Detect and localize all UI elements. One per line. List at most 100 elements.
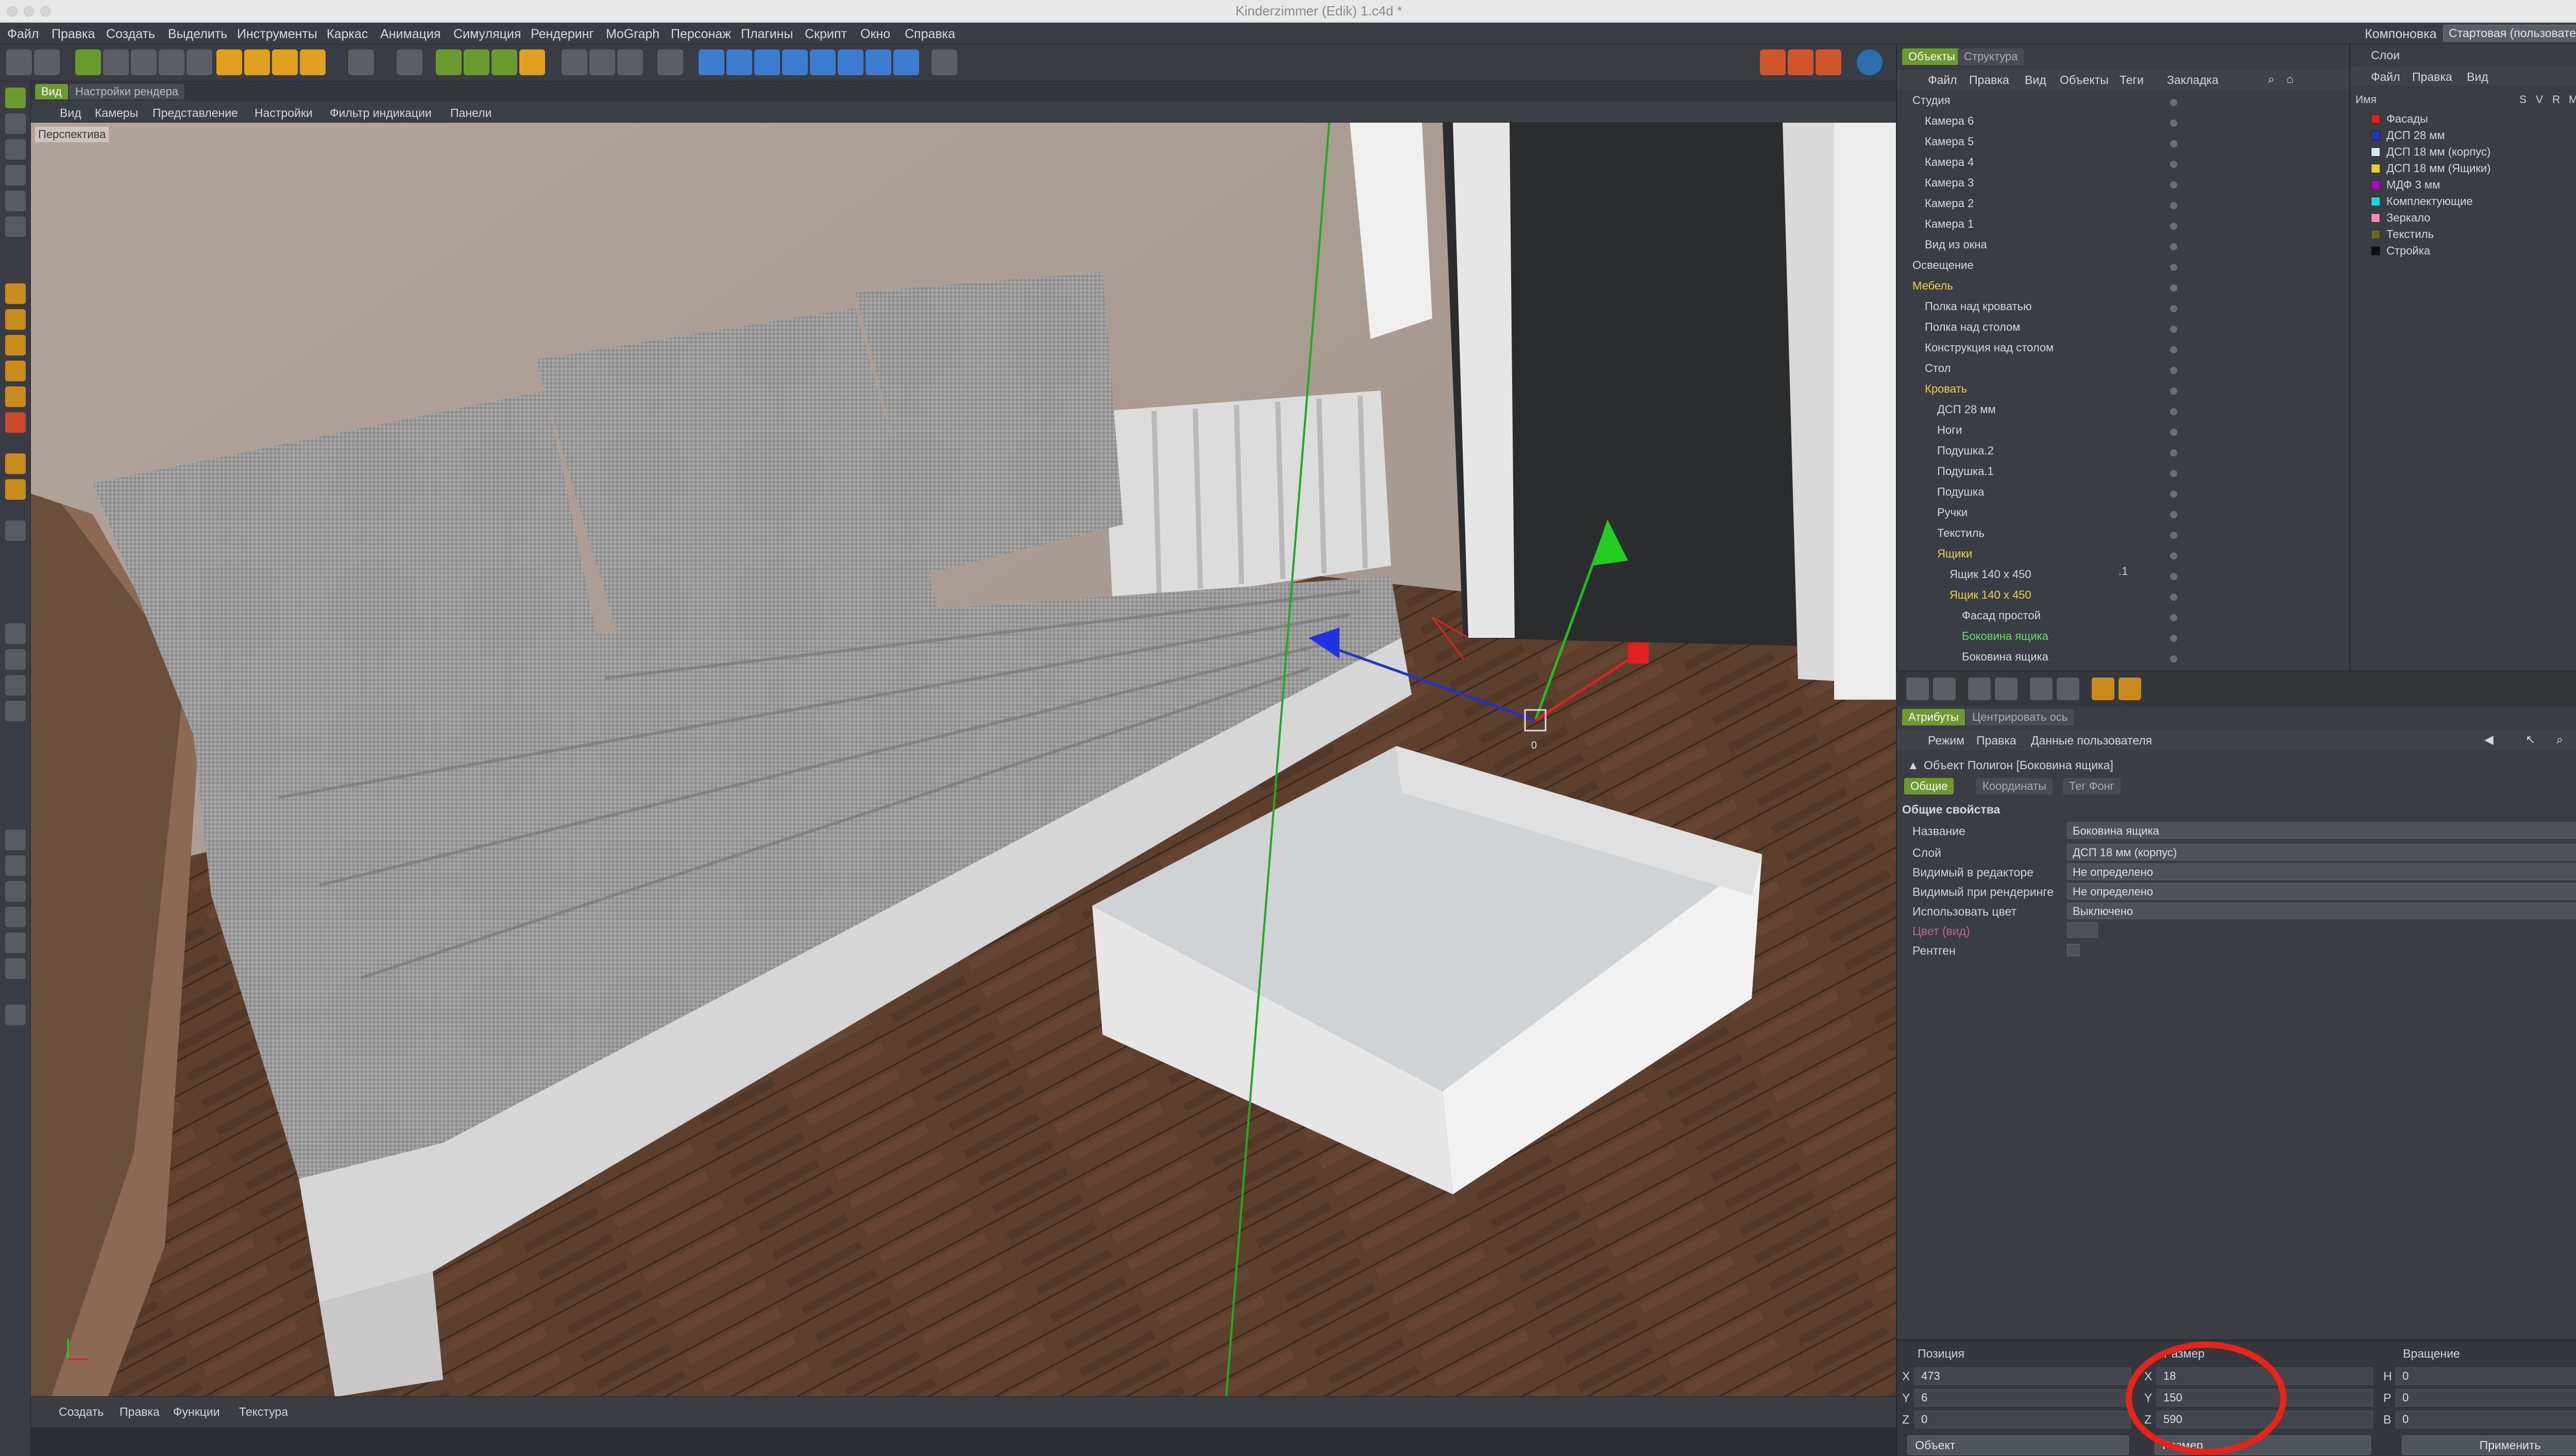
- copy-icon[interactable]: [1995, 678, 2018, 700]
- edges-mode-icon[interactable]: [5, 191, 26, 211]
- visibility-dot-icon[interactable]: [2170, 264, 2177, 271]
- object-tree-row[interactable]: Текстиль: [1937, 527, 1985, 547]
- vp-menu-options[interactable]: Настройки: [255, 106, 313, 120]
- layer-row[interactable]: ДСП 18 мм (корпус): [2350, 143, 2576, 160]
- paint-icon[interactable]: [5, 361, 26, 381]
- object-tree-row[interactable]: Кровать: [1925, 382, 1967, 403]
- layout-select[interactable]: Стартовая (пользователь): [2443, 25, 2576, 42]
- menu-script[interactable]: Скрипт: [805, 27, 847, 42]
- move-tool-icon[interactable]: [216, 49, 242, 75]
- viewport-layout-icon[interactable]: [931, 49, 957, 75]
- search-attr-icon[interactable]: ⌕: [2556, 733, 2563, 747]
- layer-color-swatch[interactable]: [2371, 131, 2380, 140]
- brush-icon-10[interactable]: [5, 958, 26, 979]
- object-tree-row[interactable]: Камера 4: [1925, 156, 1974, 176]
- obj-menu-file[interactable]: Файл: [1928, 73, 1957, 87]
- visibility-dot-icon[interactable]: [2170, 223, 2177, 230]
- render-picture-icon[interactable]: [589, 49, 615, 75]
- subtab-coordinates[interactable]: Координаты: [1976, 778, 2053, 794]
- workplane-icon[interactable]: [5, 139, 26, 160]
- visibility-dot-icon[interactable]: [2170, 655, 2177, 663]
- visibility-dot-icon[interactable]: [2170, 140, 2177, 147]
- object-tree-row[interactable]: Фасад простой: [1962, 609, 2041, 630]
- move-icon[interactable]: [103, 49, 129, 75]
- render-view-icon[interactable]: [562, 49, 587, 75]
- menu-simulate[interactable]: Симуляция: [453, 27, 521, 42]
- menu-file[interactable]: Файл: [7, 27, 39, 42]
- tool-icon-2[interactable]: [2119, 678, 2141, 700]
- visibility-dot-icon[interactable]: [2170, 532, 2177, 539]
- solo-icon[interactable]: [5, 412, 26, 433]
- prop-name-input[interactable]: Боковина ящика: [2067, 822, 2576, 839]
- light-icon[interactable]: [893, 49, 919, 75]
- layer-row[interactable]: Фасады: [2350, 110, 2576, 127]
- cut-icon[interactable]: [1968, 678, 1991, 700]
- settings-gear-icon[interactable]: [5, 1005, 26, 1025]
- visibility-dot-icon[interactable]: [2170, 470, 2177, 477]
- model-mode-icon[interactable]: [5, 88, 26, 108]
- visibility-dot-icon[interactable]: [2170, 490, 2177, 498]
- object-tree-row[interactable]: Подушка: [1937, 485, 1984, 506]
- subdivision-icon[interactable]: [754, 49, 780, 75]
- layer-color-swatch[interactable]: [2371, 114, 2380, 124]
- brush-icon-8[interactable]: [5, 907, 26, 927]
- tool-icon-1[interactable]: [2092, 678, 2114, 700]
- menu-help[interactable]: Справка: [905, 27, 955, 42]
- menu-mograph[interactable]: MoGraph: [606, 27, 659, 42]
- visibility-dot-icon[interactable]: [2170, 429, 2177, 436]
- tab-attributes[interactable]: Атрибуты: [1902, 709, 1965, 725]
- object-tree-row[interactable]: Боковина ящика: [1962, 650, 2048, 671]
- menu-plugins[interactable]: Плагины: [741, 27, 793, 42]
- object-tree-row[interactable]: Ящик 140 х 450: [1950, 588, 2031, 609]
- object-tree-row[interactable]: Вид из окна: [1925, 238, 1987, 259]
- menu-render[interactable]: Рендеринг: [531, 27, 594, 42]
- object-tree-row[interactable]: Студия: [1912, 94, 1951, 114]
- visibility-dot-icon[interactable]: [2170, 243, 2177, 250]
- object-tree-row[interactable]: Ручки: [1937, 506, 1968, 527]
- render-plugin-icon-2[interactable]: [1788, 49, 1814, 75]
- object-tree-row[interactable]: Боковина ящика: [1962, 630, 2048, 650]
- object-tree-row[interactable]: Камера 3: [1925, 176, 1974, 197]
- brush-icon-3[interactable]: [5, 675, 26, 696]
- cursor-icon[interactable]: ↖: [2526, 733, 2535, 747]
- x-axis-lock-icon[interactable]: [436, 49, 462, 75]
- menu-window[interactable]: Окно: [860, 27, 890, 42]
- obj-menu-bookmarks[interactable]: Закладка: [2167, 73, 2218, 87]
- texture-mode-icon[interactable]: [5, 113, 26, 134]
- world-coords-icon[interactable]: [519, 49, 545, 75]
- rotate-tool-icon[interactable]: [272, 49, 298, 75]
- render-plugin-icon-1[interactable]: [1760, 49, 1786, 75]
- prop-layer-field[interactable]: ДСП 18 мм (корпус): [2067, 844, 2576, 860]
- mat-menu-texture[interactable]: Текстура: [239, 1405, 288, 1419]
- visibility-dot-icon[interactable]: [2170, 573, 2177, 580]
- visibility-dot-icon[interactable]: [2170, 367, 2177, 374]
- sculpt-icon[interactable]: [5, 386, 26, 407]
- cube-primitive-icon[interactable]: [699, 49, 724, 75]
- pen-spline-icon[interactable]: [726, 49, 752, 75]
- layer-row[interactable]: ДСП 18 мм (Ящики): [2350, 160, 2576, 176]
- obj-menu-tags[interactable]: Теги: [2120, 73, 2144, 87]
- visibility-dot-icon[interactable]: [2170, 635, 2177, 642]
- layer-row[interactable]: МДФ 3 мм: [2350, 176, 2576, 193]
- prop-visible-render-select[interactable]: Не определено: [2067, 883, 2576, 900]
- planar-workplane-icon[interactable]: [5, 479, 26, 500]
- redo-icon[interactable]: [34, 49, 60, 75]
- menu-mesh[interactable]: Каркас: [327, 27, 368, 42]
- pos-y-input[interactable]: 6: [1914, 1389, 2131, 1407]
- group-icon[interactable]: [1933, 678, 1956, 700]
- array-icon[interactable]: [782, 49, 808, 75]
- object-tree-row[interactable]: Подушка.1: [1937, 465, 1994, 485]
- visibility-dot-icon[interactable]: [2170, 387, 2177, 395]
- brush-icon-9[interactable]: [5, 933, 26, 953]
- search-icon[interactable]: ⌕: [2268, 72, 2275, 86]
- scale-icon[interactable]: [131, 49, 157, 75]
- object-tree-row[interactable]: Конструкция над столом: [1925, 341, 2054, 362]
- layer-color-swatch[interactable]: [2371, 147, 2380, 157]
- prop-use-color-select[interactable]: Выключено: [2067, 903, 2576, 919]
- object-tree-row[interactable]: Полка над столом: [1925, 320, 2020, 341]
- layer-menu-view[interactable]: Вид: [2467, 70, 2488, 84]
- undo-icon[interactable]: [6, 49, 32, 75]
- visibility-dot-icon[interactable]: [2170, 552, 2177, 560]
- polygons-mode-icon[interactable]: [5, 216, 26, 237]
- locked-workplane-icon[interactable]: [5, 453, 26, 474]
